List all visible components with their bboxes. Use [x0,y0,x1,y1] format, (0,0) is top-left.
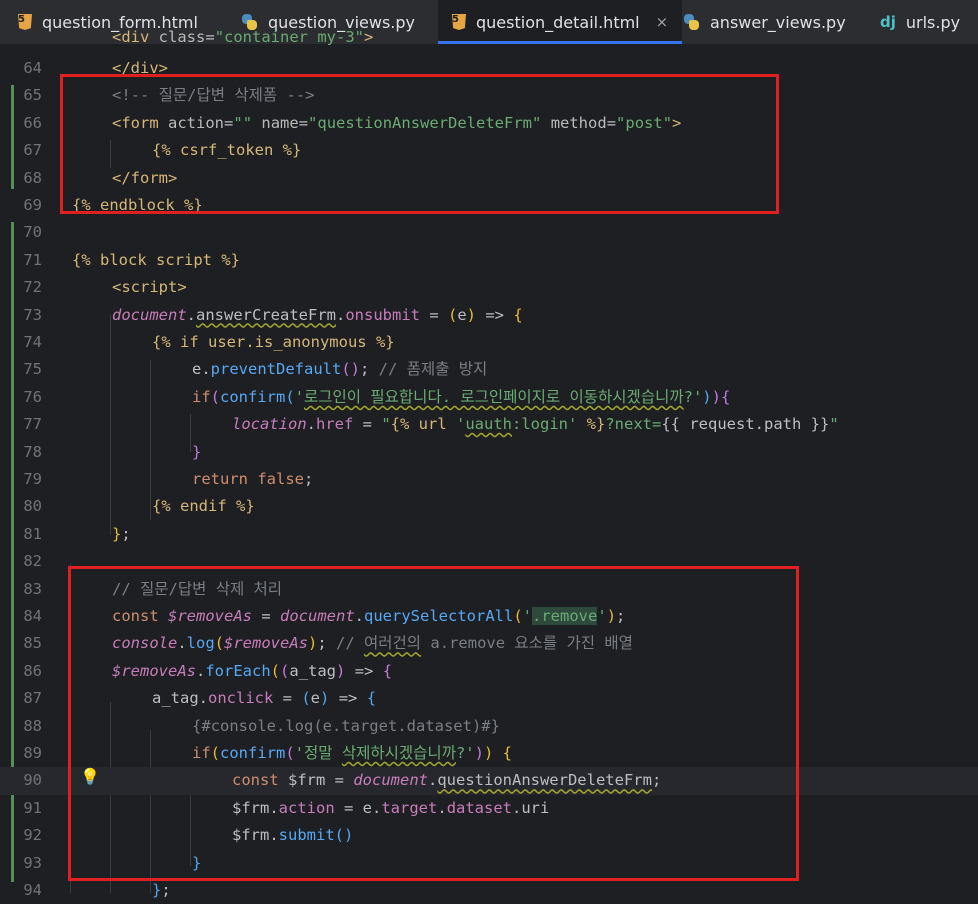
line-number: 89 [23,744,42,762]
line-number: 70 [23,223,42,242]
lightbulb-icon[interactable]: 💡 [80,767,100,786]
line-number: 90 [23,771,42,790]
line-number: 91 [23,798,42,817]
line-number: 94 [23,881,42,899]
line-number: 66 [23,113,42,132]
line-number: 75 [23,360,42,379]
line-number: 81 [23,524,42,543]
line-number: 68 [23,168,42,187]
line-number: 65 [23,86,42,105]
line-number: 69 [23,196,42,214]
code-editor[interactable]: <div class="container my-3"> 64 </div> 65… [0,28,978,899]
line-number: 67 [23,141,42,160]
line-number: 72 [23,278,42,297]
line-number: 79 [23,470,42,488]
line-number: 76 [23,387,42,406]
line-number: 93 [23,853,42,872]
line-number: 85 [23,634,42,653]
line-number: 84 [23,607,42,625]
line-number: 83 [23,579,42,598]
line-number: 77 [23,415,42,434]
line-number: 71 [23,250,42,269]
line-number: 86 [23,661,42,680]
line-number: 64 [23,59,42,77]
line-number: 78 [23,442,42,461]
line-number: 88 [23,716,42,735]
line-number: 74 [23,333,42,351]
line-number: 92 [23,826,42,845]
line-number: 87 [23,689,42,708]
line-number: 73 [23,305,42,324]
line-number: 80 [23,497,42,516]
code-line: <div class="container my-3"> [112,28,374,46]
line-number: 82 [23,552,42,571]
